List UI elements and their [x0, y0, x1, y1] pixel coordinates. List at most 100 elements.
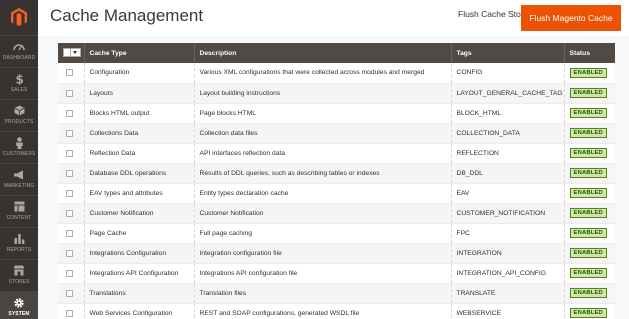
table-row[interactable]: Web Services Configuration REST and SOAP … — [58, 303, 615, 319]
cache-type-cell: Blocks HTML output — [83, 103, 194, 124]
table-row[interactable]: Blocks HTML output Page blocks HTML BLOCK_… — [58, 103, 615, 124]
megaphone-icon — [13, 167, 25, 182]
status-badge: ENABLED — [569, 67, 607, 78]
status-badge: ENABLED — [569, 288, 607, 298]
description-cell: API interfaces reflection data — [193, 143, 451, 164]
nav-products[interactable]: PRODUCTS — [0, 99, 38, 131]
table-row[interactable]: Reflection Data API interfaces reflection… — [58, 143, 615, 164]
cache-type-cell: Web Services Configuration — [83, 303, 194, 319]
row-checkbox[interactable] — [66, 69, 73, 77]
row-checkbox[interactable] — [66, 129, 73, 137]
tags-cell: DB_DDL — [450, 163, 564, 184]
row-checkbox[interactable] — [66, 229, 73, 237]
row-checkbox[interactable] — [66, 249, 73, 257]
cache-table-body: Configuration Various XML configurations … — [58, 63, 615, 319]
column-header-status[interactable]: Status — [563, 43, 615, 63]
row-checkbox[interactable] — [66, 189, 73, 197]
table-row[interactable]: Integrations API Configuration Integratio… — [58, 263, 615, 284]
nav-marketing-label: MARKETING — [3, 183, 35, 189]
status-cell: ENABLED — [563, 183, 615, 204]
row-checkbox[interactable] — [66, 269, 73, 277]
status-cell: ENABLED — [563, 143, 615, 164]
description-cell: Full page caching — [193, 223, 451, 244]
row-checkbox[interactable] — [66, 109, 73, 117]
status-badge: ENABLED — [569, 208, 607, 218]
tags-cell: EAV — [450, 183, 564, 204]
table-row[interactable]: Layouts Layout building instructions LAYOU… — [58, 83, 615, 104]
mass-select-dropdown[interactable] — [63, 48, 81, 57]
gear-icon — [13, 295, 25, 310]
row-select-cell — [58, 63, 84, 84]
mass-select-checkbox[interactable] — [64, 49, 71, 56]
column-header-description[interactable]: Description — [193, 43, 451, 63]
row-select-cell — [58, 223, 84, 244]
table-row[interactable]: Configuration Various XML configurations … — [58, 63, 615, 84]
table-row[interactable]: Customer Notification Customer Notificati… — [58, 203, 615, 224]
cache-type-cell: Page Cache — [83, 223, 194, 244]
nav-system[interactable]: SYSTEM — [0, 291, 38, 319]
status-badge: ENABLED — [569, 228, 607, 238]
description-cell: Results of DDL queries, such as describi… — [193, 163, 451, 184]
nav-sales[interactable]: $ SALES — [0, 67, 38, 99]
table-row[interactable]: EAV types and attributes Entity types dec… — [58, 183, 615, 204]
row-checkbox[interactable] — [66, 89, 73, 97]
nav-marketing[interactable]: MARKETING — [0, 163, 38, 195]
tags-cell: INTEGRATION_API_CONFIG — [450, 263, 564, 284]
row-select-cell — [58, 243, 84, 264]
nav-products-label: PRODUCTS — [4, 119, 34, 125]
box-icon — [13, 103, 25, 118]
cache-grid: Cache Type Description Tags Status Confi… — [58, 43, 615, 319]
row-checkbox[interactable] — [66, 209, 73, 217]
row-select-cell — [58, 203, 84, 224]
tags-cell: REFLECTION — [450, 143, 564, 164]
nav-dashboard[interactable]: DASHBOARD — [0, 35, 38, 67]
row-checkbox[interactable] — [66, 149, 73, 157]
table-row[interactable]: Database DDL operations Results of DDL qu… — [58, 163, 615, 184]
column-header-tags[interactable]: Tags — [450, 43, 564, 63]
status-cell: ENABLED — [563, 63, 615, 84]
description-cell: Entity types declaration cache — [193, 183, 451, 204]
cache-type-cell: Integrations Configuration — [83, 243, 194, 264]
nav-customers[interactable]: CUSTOMERS — [0, 131, 38, 163]
status-cell: ENABLED — [563, 163, 615, 184]
nav-reports[interactable]: REPORTS — [0, 227, 38, 259]
status-badge: ENABLED — [569, 88, 607, 98]
nav-reports-label: REPORTS — [6, 247, 32, 253]
table-row[interactable]: Integrations Configuration Integration co… — [58, 243, 615, 264]
tags-cell: CUSTOMER_NOTIFICATION — [450, 203, 564, 224]
status-badge: ENABLED — [569, 128, 607, 138]
column-header-cache-type[interactable]: Cache Type — [83, 43, 194, 63]
table-row[interactable]: Page Cache Full page caching FPC ENABLED — [58, 223, 615, 244]
magento-logo-icon[interactable] — [0, 0, 38, 35]
row-select-cell — [58, 103, 84, 124]
nav-stores[interactable]: STORES — [0, 259, 38, 291]
status-badge: ENABLED — [569, 308, 607, 318]
status-badge: ENABLED — [569, 248, 607, 258]
row-checkbox[interactable] — [66, 289, 73, 297]
caret-down-icon[interactable] — [73, 51, 77, 54]
tags-cell: COLLECTION_DATA — [450, 123, 564, 144]
cache-type-cell: Reflection Data — [83, 143, 194, 164]
dollar-icon: $ — [15, 71, 24, 86]
dashboard-icon — [13, 39, 25, 54]
description-cell: REST and SOAP configurations, generated … — [193, 303, 451, 319]
flush-magento-cache-button[interactable]: Flush Magento Cache — [521, 5, 621, 31]
row-checkbox[interactable] — [66, 169, 73, 177]
description-cell: Layout building instructions — [193, 83, 451, 104]
cache-type-cell: Customer Notification — [83, 203, 194, 224]
tags-cell: CONFIG — [450, 63, 564, 84]
table-row[interactable]: Translations Translation files TRANSLATE EN… — [58, 283, 615, 304]
cache-type-cell: Database DDL operations — [83, 163, 194, 184]
row-select-cell — [58, 303, 84, 319]
row-checkbox[interactable] — [66, 309, 73, 317]
admin-sidebar: DASHBOARD $ SALES PRODUCTS CUSTOMERS MAR… — [0, 0, 38, 319]
nav-content[interactable]: CONTENT — [0, 195, 38, 227]
description-cell: Collection data files — [193, 123, 451, 144]
table-row[interactable]: Collections Data Collection data files COL… — [58, 123, 615, 144]
status-cell: ENABLED — [563, 123, 615, 144]
tags-cell: FPC — [450, 223, 564, 244]
status-badge: ENABLED — [569, 268, 607, 278]
grid-icon — [14, 199, 25, 214]
cache-type-cell: EAV types and attributes — [83, 183, 194, 204]
cache-type-cell: Translations — [83, 283, 194, 304]
